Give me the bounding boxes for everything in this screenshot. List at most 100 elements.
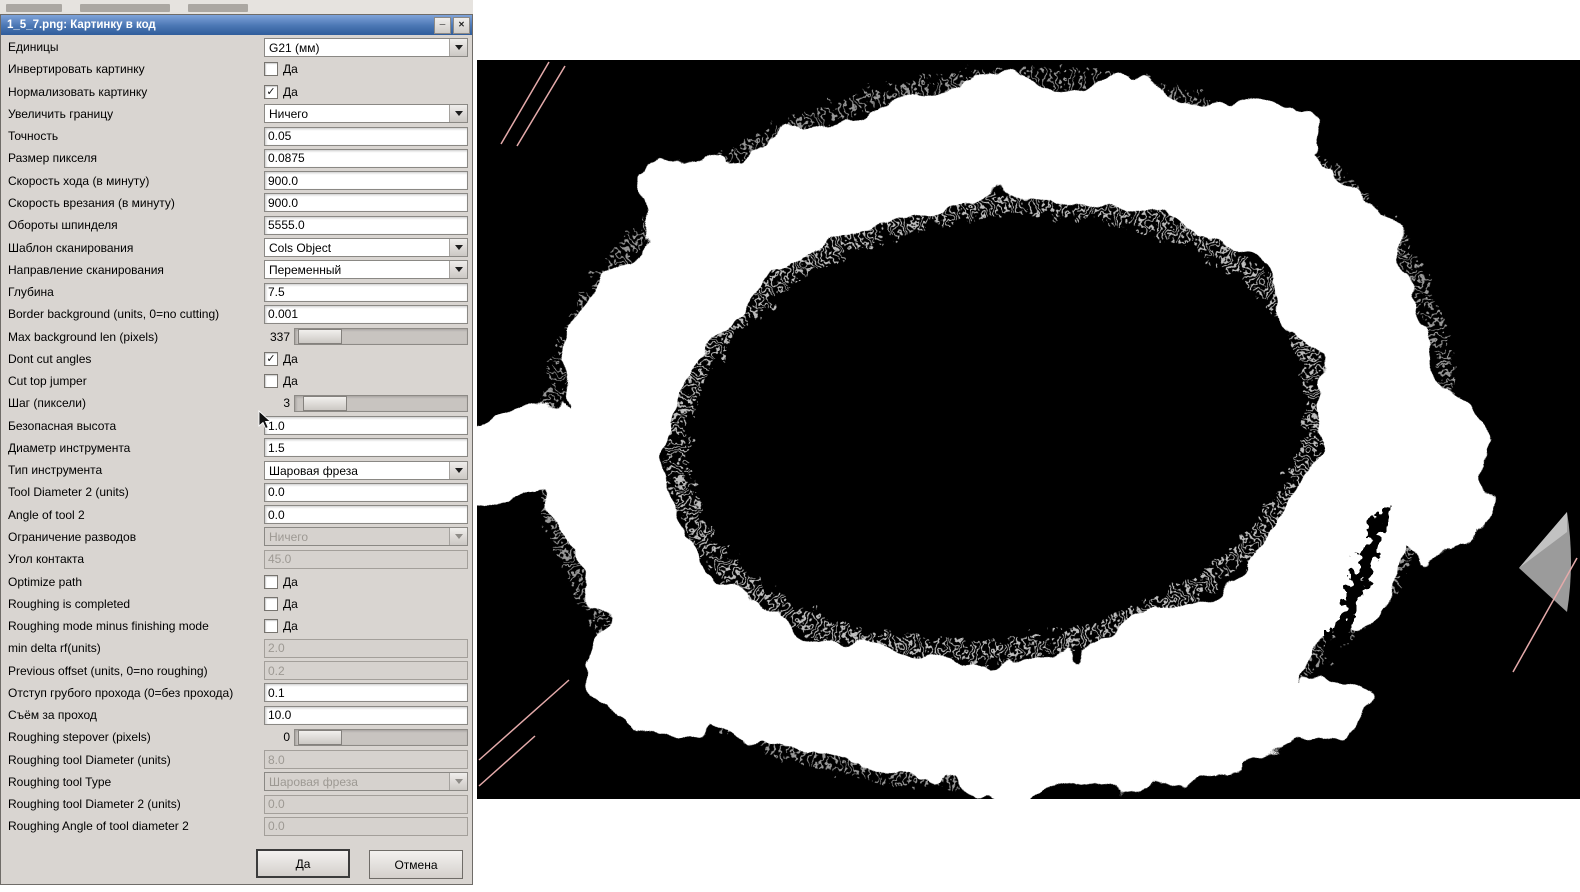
form-row-13: Max background len (pixels) 337: [2, 325, 471, 347]
field-label: Угол контакта: [8, 552, 85, 567]
form-rows: Единицы G21 (мм) Инвертировать картинку Да Н…: [2, 36, 471, 838]
checkbox[interactable]: [264, 574, 278, 589]
form-row-33: Roughing tool Type Шаровая фреза: [2, 771, 471, 793]
text-input[interactable]: [264, 304, 468, 324]
checkbox[interactable]: [264, 619, 278, 634]
form-row-2: Нормализовать картинку ✓ Да: [2, 81, 471, 103]
dropdown[interactable]: Cols Object: [264, 238, 468, 258]
background-text-fragment: [80, 4, 170, 12]
form-row-22: Ограничение разводов Ничего: [2, 526, 471, 548]
ok-button[interactable]: Да: [256, 849, 350, 878]
field-label: Roughing stepover (pixels): [8, 730, 151, 745]
text-input[interactable]: [264, 126, 468, 146]
dropdown[interactable]: Шаровая фреза: [264, 460, 468, 480]
form-row-19: Тип инструмента Шаровая фреза: [2, 459, 471, 481]
slider[interactable]: [294, 394, 468, 412]
chevron-down-icon: [449, 261, 467, 279]
checkbox[interactable]: [264, 374, 278, 389]
slider-value: 337: [269, 329, 290, 344]
field-label: Обороты шпинделя: [8, 218, 118, 233]
field-label: Dont cut angles: [8, 351, 92, 366]
dropdown: Шаровая фреза: [264, 772, 468, 792]
form-row-26: Roughing mode minus finishing mode Да: [2, 615, 471, 637]
minimize-button[interactable]: ─: [434, 16, 451, 34]
text-input[interactable]: [264, 705, 468, 725]
slider-handle[interactable]: [298, 329, 342, 345]
field-label: Max background len (pixels): [8, 329, 159, 344]
field-label: min delta rf(units): [8, 641, 101, 656]
field-label: Увеличить границу: [8, 106, 114, 121]
dropdown-value: Ничего: [269, 530, 309, 545]
slider-value: 0: [283, 730, 290, 745]
background-text-fragment: [188, 4, 248, 12]
field-label: Скорость врезания (в минуту): [8, 195, 175, 210]
text-input: [264, 816, 468, 836]
field-label: Roughing is completed: [8, 596, 131, 611]
cancel-button[interactable]: Отмена: [369, 850, 463, 879]
form-row-3: Увеличить границу Ничего: [2, 103, 471, 125]
checkbox-label: Да: [283, 596, 298, 611]
form-row-28: Previous offset (units, 0=no roughing): [2, 659, 471, 681]
field-label: Шаг (пиксели): [8, 396, 86, 411]
form-row-34: Roughing tool Diameter 2 (units): [2, 793, 471, 815]
checkbox-label: Да: [283, 62, 298, 77]
image-to-gcode-dialog: 1_5_7.png: Картинку в код ─ ✕ Единицы G21…: [0, 14, 473, 885]
dropdown-value: Cols Object: [269, 241, 332, 256]
close-button[interactable]: ✕: [453, 16, 470, 34]
slider-value: 3: [283, 396, 290, 411]
field-label: Глубина: [8, 285, 54, 300]
preview-canvas[interactable]: [477, 60, 1580, 799]
slider-handle[interactable]: [298, 729, 342, 745]
field-label: Optimize path: [8, 574, 83, 589]
field-label: Roughing Angle of tool diameter 2: [8, 819, 189, 834]
form-row-8: Обороты шпинделя: [2, 214, 471, 236]
checkbox[interactable]: [264, 62, 278, 77]
slider[interactable]: [294, 328, 468, 346]
text-input[interactable]: [264, 193, 468, 213]
checkbox[interactable]: [264, 596, 278, 611]
form-row-32: Roughing tool Diameter (units): [2, 749, 471, 771]
chevron-down-icon: [449, 461, 467, 479]
dialog-titlebar[interactable]: 1_5_7.png: Картинку в код ─ ✕: [1, 15, 472, 35]
text-input[interactable]: [264, 148, 468, 168]
slider-handle[interactable]: [303, 395, 347, 411]
form-row-10: Направление сканирования Переменный: [2, 259, 471, 281]
form-row-9: Шаблон сканирования Cols Object: [2, 236, 471, 258]
dropdown[interactable]: Переменный: [264, 260, 468, 280]
dialog-title: 1_5_7.png: Картинку в код: [7, 19, 156, 31]
dropdown-value: Переменный: [269, 263, 342, 278]
checkbox-label: Да: [283, 374, 298, 389]
text-input[interactable]: [264, 416, 468, 436]
slider[interactable]: [294, 728, 468, 746]
field-label: Единицы: [8, 40, 59, 55]
text-input[interactable]: [264, 215, 468, 235]
text-input[interactable]: [264, 171, 468, 191]
text-input: [264, 638, 468, 658]
form-row-16: Шаг (пиксели) 3: [2, 392, 471, 414]
text-input[interactable]: [264, 683, 468, 703]
text-input: [264, 549, 468, 569]
text-input[interactable]: [264, 282, 468, 302]
field-label: Направление сканирования: [8, 262, 164, 277]
checkbox-label: Да: [283, 574, 298, 589]
dropdown[interactable]: Ничего: [264, 104, 468, 124]
text-input[interactable]: [264, 505, 468, 525]
field-label: Точность: [8, 129, 59, 144]
checkbox[interactable]: ✓: [264, 84, 278, 99]
field-label: Отступ грубого прохода (0=без прохода): [8, 685, 234, 700]
chevron-down-icon: [449, 773, 467, 791]
dropdown: Ничего: [264, 527, 468, 547]
dropdown[interactable]: G21 (мм): [264, 37, 468, 57]
text-input[interactable]: [264, 438, 468, 458]
checkbox[interactable]: ✓: [264, 351, 278, 366]
field-label: Roughing tool Diameter (units): [8, 752, 171, 767]
background-text-fragment: [6, 4, 62, 12]
checkbox-label: Да: [283, 84, 298, 99]
field-label: Roughing tool Type: [8, 774, 112, 789]
text-input: [264, 750, 468, 770]
text-input[interactable]: [264, 482, 468, 502]
form-row-12: Border background (units, 0=no cutting): [2, 303, 471, 325]
dropdown-value: Ничего: [269, 107, 309, 122]
dropdown-value: G21 (мм): [269, 40, 320, 55]
form-row-29: Отступ грубого прохода (0=без прохода): [2, 682, 471, 704]
